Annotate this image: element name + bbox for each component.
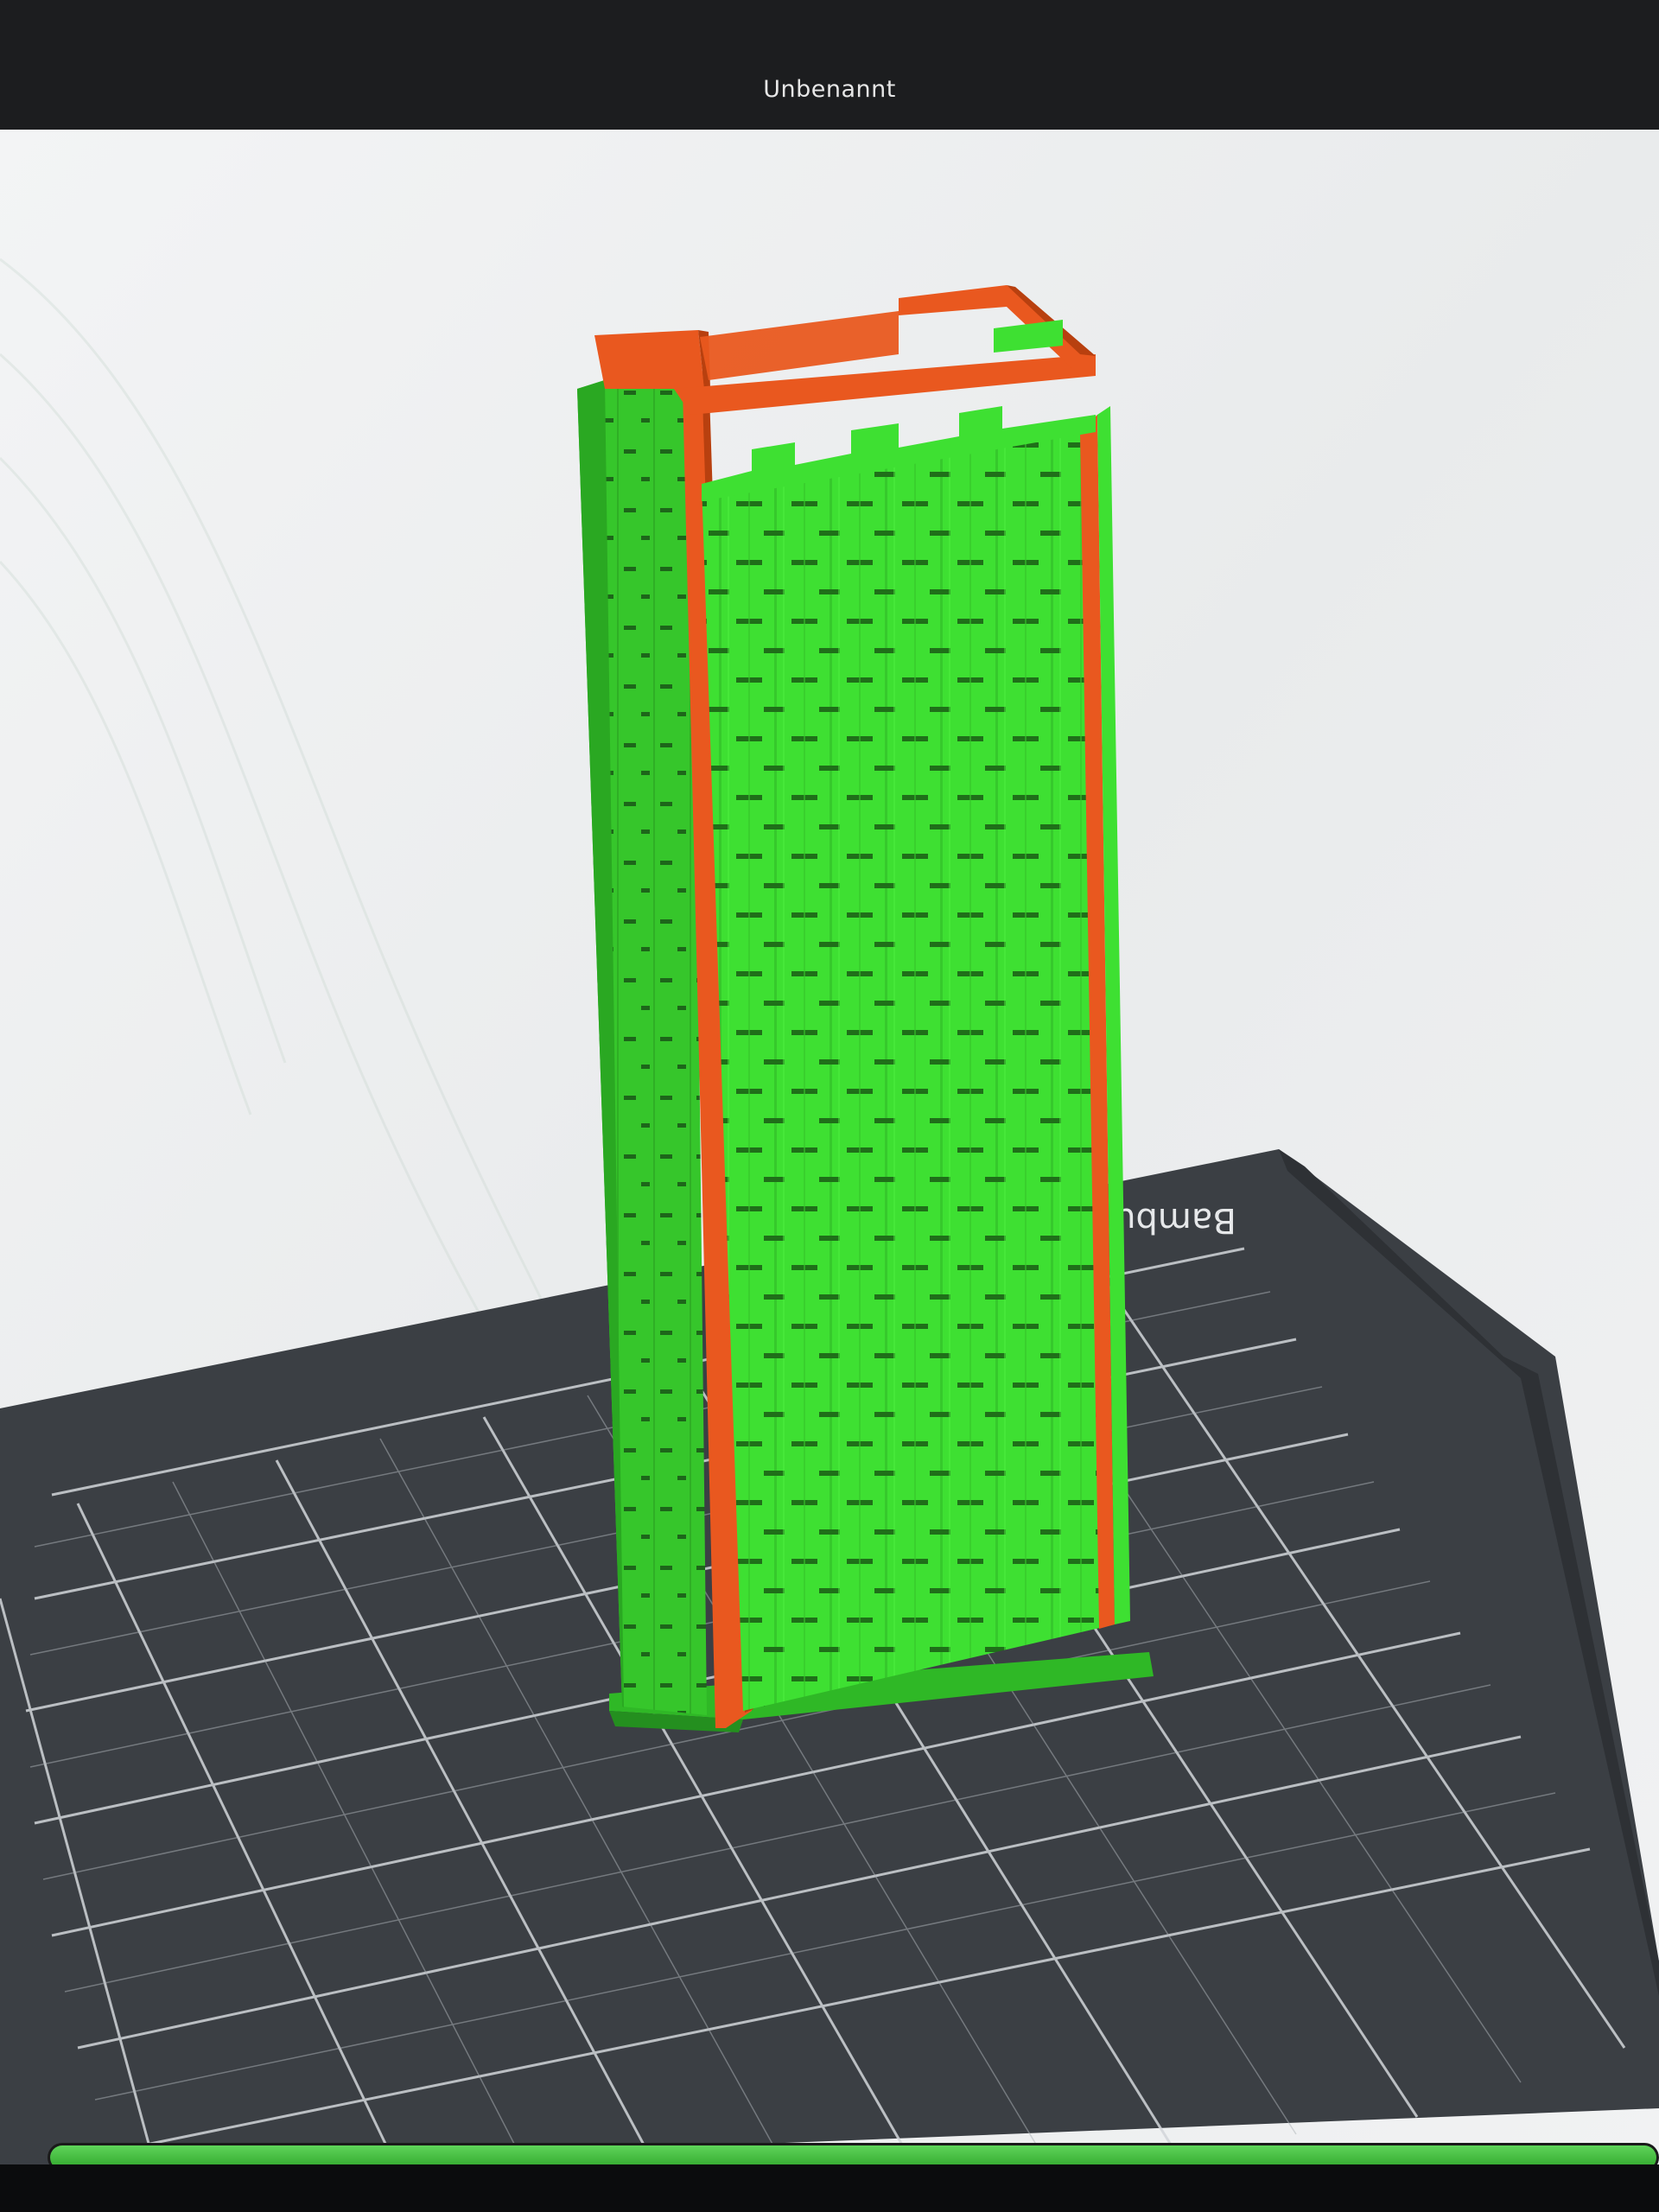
tower-model bbox=[577, 285, 1130, 1728]
window-title: Unbenannt bbox=[763, 76, 896, 103]
plate-brand-label: Bambu bbox=[1114, 1200, 1236, 1240]
screen-bezel bbox=[0, 2164, 1659, 2212]
3d-viewport[interactable]: Bambu bbox=[0, 130, 1659, 2169]
window-titlebar: Unbenannt bbox=[0, 0, 1659, 130]
